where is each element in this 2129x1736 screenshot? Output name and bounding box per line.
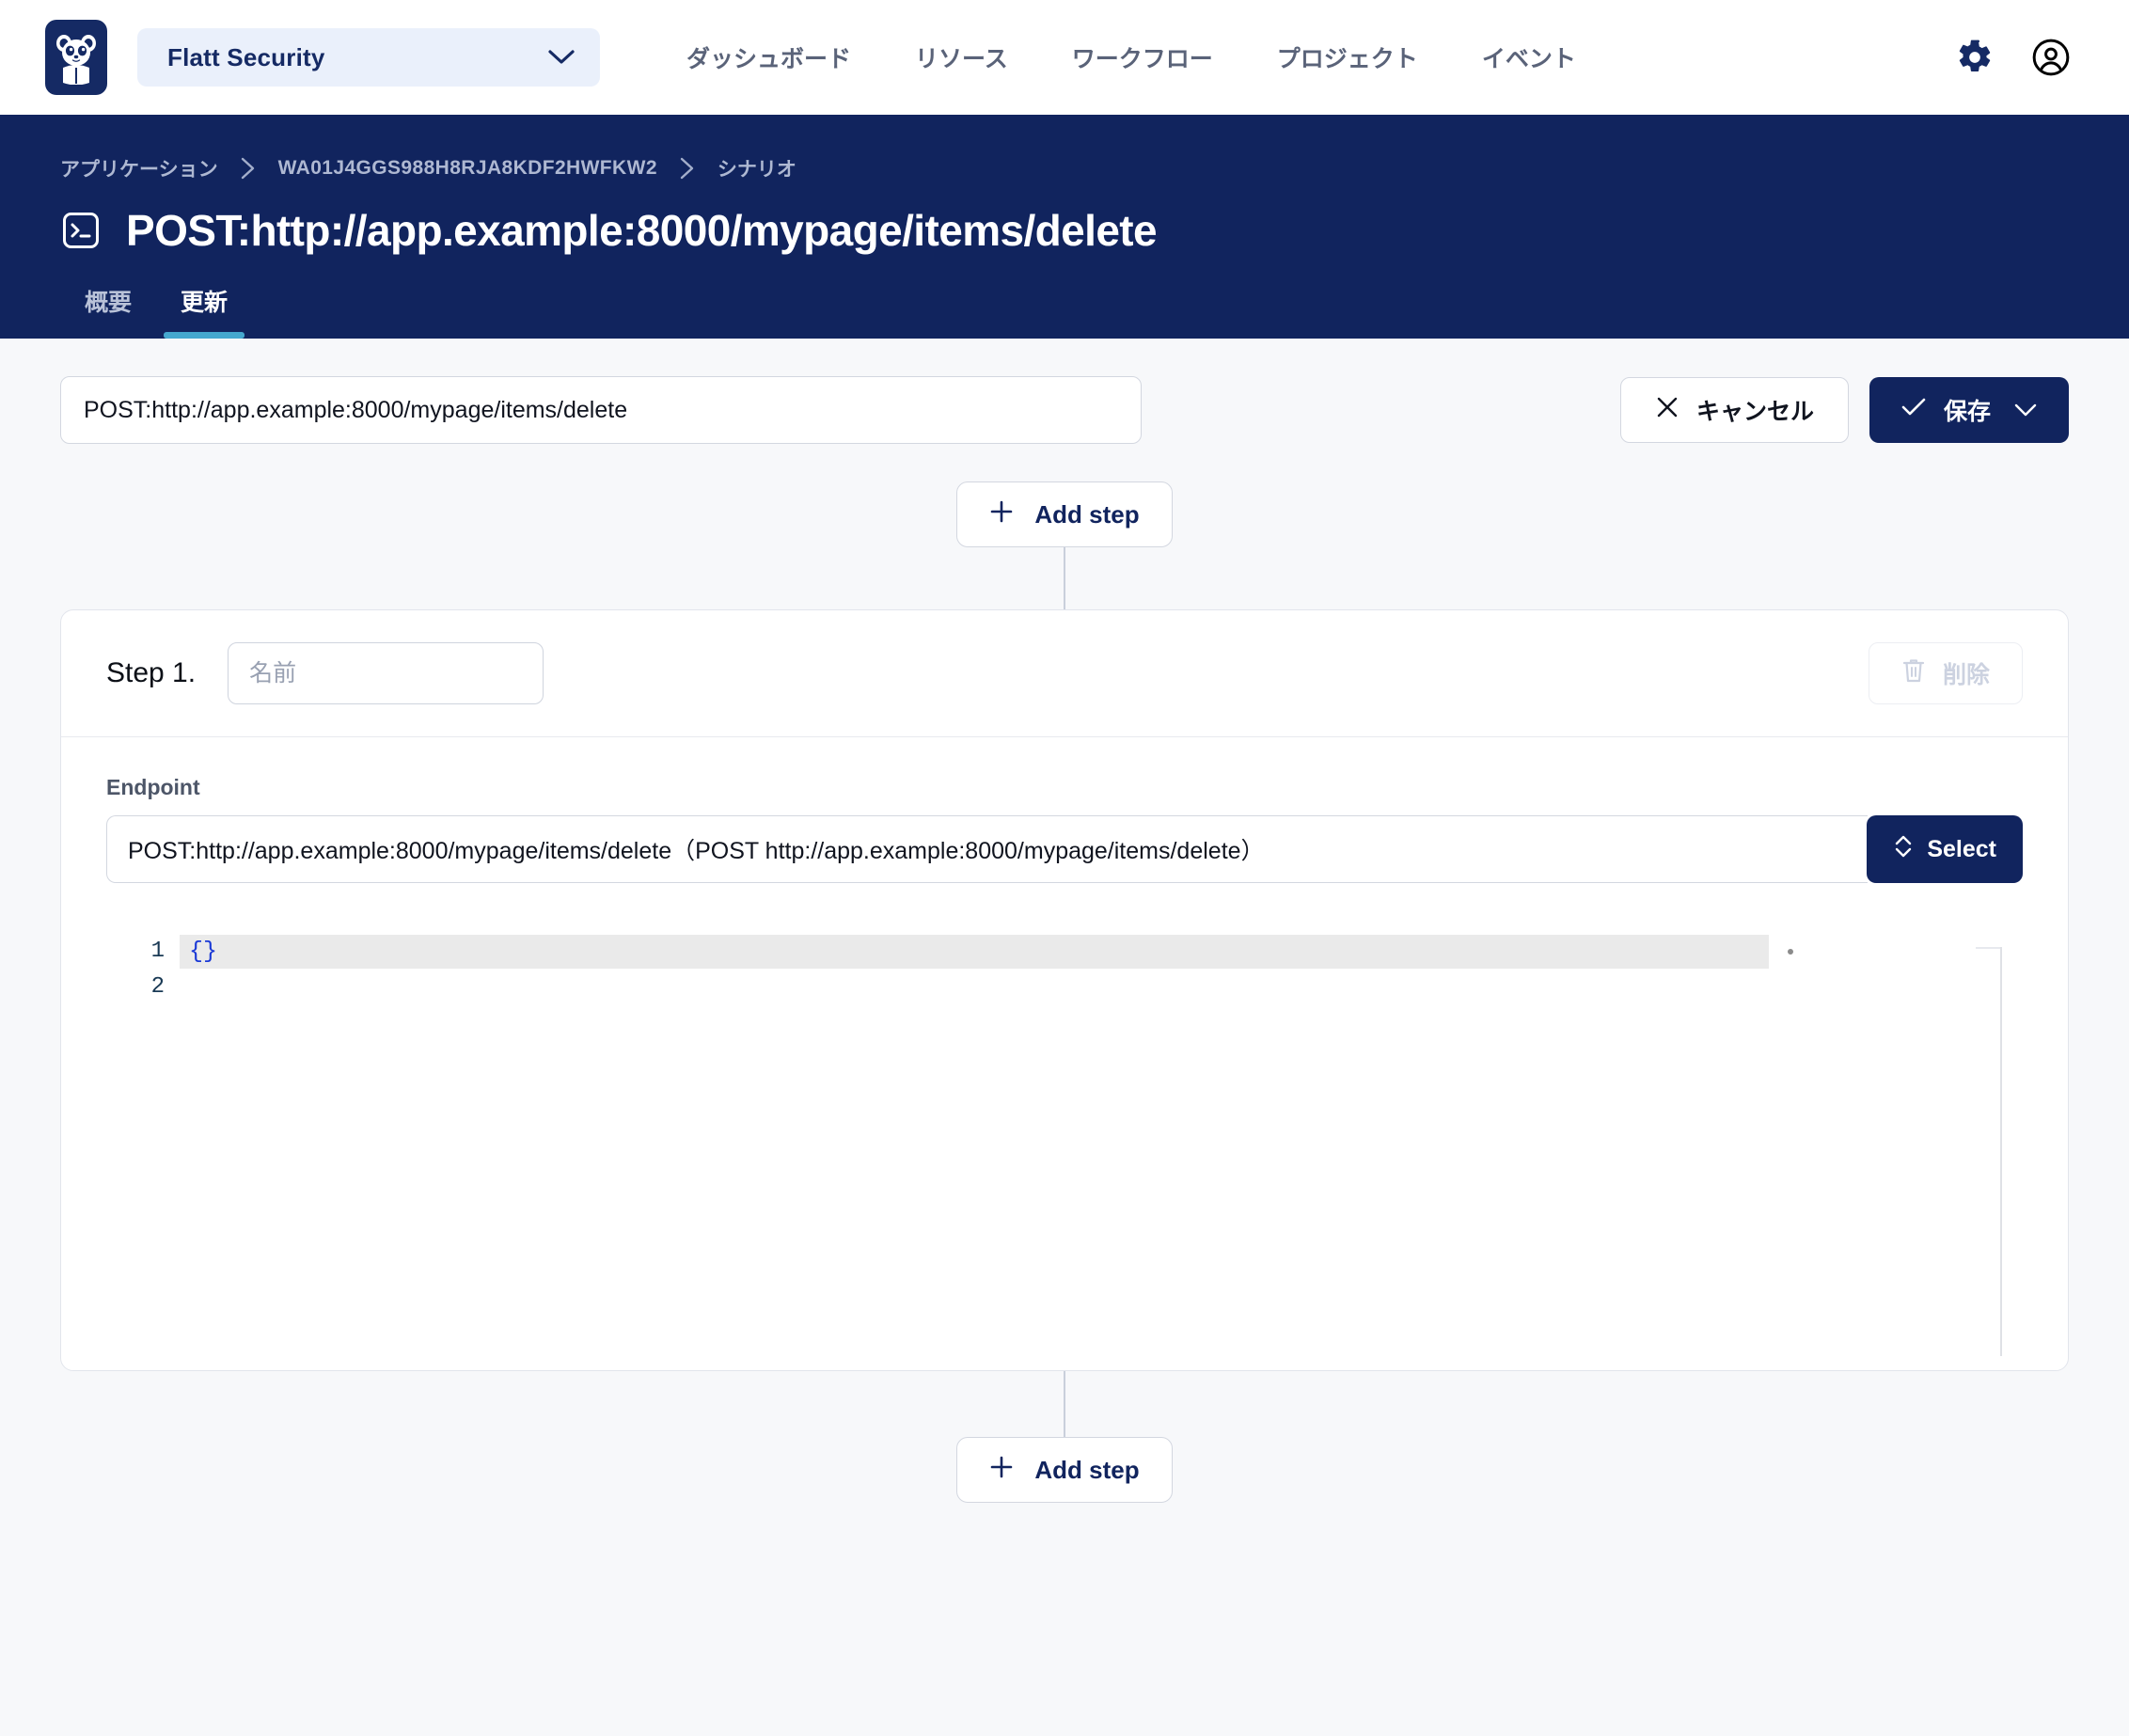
endpoint-field-label: Endpoint [106,775,200,799]
chevron-up-down-icon [1893,833,1914,866]
add-step-top-label: Add step [1034,499,1140,529]
nav-item-dashboard[interactable]: ダッシュボード [654,40,883,74]
editor-toolbar: キャンセル 保存 [60,339,2069,444]
editor-scrollbar-cap [1976,947,2002,949]
breadcrumb-item-application-id[interactable]: WA01J4GGS988H8RJA8KDF2HWFKW2 [278,157,657,180]
code-line-2[interactable] [180,970,2023,1005]
line-number: 2 [150,974,165,1000]
endpoint-row: Select [106,815,2023,883]
cancel-button[interactable]: キャンセル [1619,377,1849,443]
save-button-label: 保存 [1943,399,1991,425]
delete-step-label: 削除 [1942,662,1990,688]
panda-logo-icon[interactable] [45,20,107,95]
check-icon [1900,396,1927,425]
plus-icon [989,1455,1014,1486]
org-switcher[interactable]: Flatt Security [137,28,600,87]
org-name-label: Flatt Security [167,42,325,71]
step-body: Endpoint Select [61,737,2068,1370]
step-header: Step 1. 削除 [61,610,2068,737]
breadcrumb-item-scenario[interactable]: シナリオ [718,154,796,182]
nav-item-projects[interactable]: プロジェクト [1245,40,1450,74]
toolbar-actions: キャンセル 保存 [1619,377,2069,443]
endpoint-select-button[interactable]: Select [1867,815,2023,883]
page-title-row: POST:http://app.example:8000/mypage/item… [60,205,2069,256]
step-flow: Add step Step 1. 削除 [60,481,2069,1503]
breadcrumb: アプリケーション WA01J4GGS988H8RJA8KDF2HWFKW2 シナ… [60,154,2069,182]
gear-icon[interactable] [1956,39,1994,76]
topbar-actions [1956,38,2084,77]
add-step-bottom-button[interactable]: Add step [956,1437,1173,1503]
add-step-top-button[interactable]: Add step [956,481,1173,547]
main-content: キャンセル 保存 Add step [0,339,2129,1503]
request-body-editor[interactable]: 1 2 {} [106,928,2023,1370]
add-step-bottom-label: Add step [1034,1455,1140,1484]
close-icon [1655,395,1680,426]
trash-icon [1901,657,1926,690]
flow-connector-top [1064,545,1065,609]
endpoint-input[interactable] [106,815,1869,883]
nav-item-resources[interactable]: リソース [883,40,1040,74]
nav-item-workflow[interactable]: ワークフロー [1040,40,1245,74]
main-nav: ダッシュボード リソース ワークフロー プロジェクト イベント [654,40,1608,74]
editor-line-numbers: 1 2 [106,928,180,1370]
editor-marker-dot [1788,949,1793,955]
page-header: アプリケーション WA01J4GGS988H8RJA8KDF2HWFKW2 シナ… [0,115,2129,339]
endpoint-select-label: Select [1927,835,1996,862]
plus-icon [989,499,1014,530]
chevron-right-icon [678,156,697,181]
code-line-1[interactable]: {} [180,934,2023,970]
scenario-name-input[interactable] [60,376,1142,444]
add-step-top-wrap: Add step [60,481,2069,609]
code-line-1-text: {} [189,938,218,965]
nav-item-events[interactable]: イベント [1450,40,1608,74]
top-navigation-bar: Flatt Security ダッシュボード リソース ワークフロー プロジェク… [0,0,2129,115]
step-name-input[interactable] [228,642,544,704]
breadcrumb-item-applications[interactable]: アプリケーション [60,154,218,182]
flow-connector-bottom [1064,1371,1065,1437]
terminal-icon [60,210,102,251]
save-button[interactable]: 保存 [1869,377,2069,443]
delete-step-button[interactable]: 削除 [1868,642,2023,704]
tab-overview[interactable]: 概要 [60,284,156,339]
chevron-down-icon [547,49,576,66]
add-step-bottom-wrap: Add step [60,1371,2069,1503]
chevron-down-icon[interactable] [2013,402,2038,418]
cancel-button-label: キャンセル [1695,399,1814,425]
page-tabs: 概要 更新 [0,284,2129,339]
user-circle-icon[interactable] [2031,38,2071,77]
editor-scrollbar[interactable] [2000,947,2002,1356]
step-card-1: Step 1. 削除 Endpoint [60,609,2069,1371]
step-number-label: Step 1. [106,657,197,688]
page-title: POST:http://app.example:8000/mypage/item… [126,206,1158,255]
line-number: 1 [150,939,165,964]
chevron-right-icon [239,156,258,181]
tab-update[interactable]: 更新 [156,284,252,339]
editor-code-area[interactable]: {} [180,928,2023,1370]
